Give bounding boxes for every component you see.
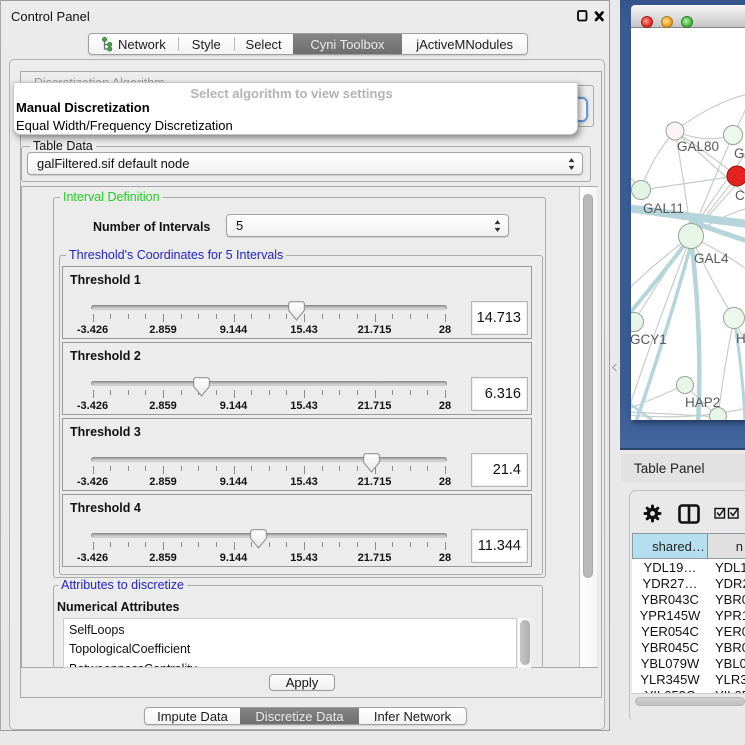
- svg-text:GAL11: GAL11: [643, 201, 684, 216]
- svg-text:GAL80: GAL80: [677, 139, 719, 154]
- svg-text:GA: GA: [734, 146, 745, 161]
- svg-text:C: C: [735, 188, 745, 203]
- svg-text:GAL4: GAL4: [694, 251, 729, 266]
- svg-text:GCY1: GCY1: [631, 332, 667, 347]
- svg-text:H: H: [736, 331, 745, 346]
- svg-text:HAP2: HAP2: [685, 395, 720, 410]
